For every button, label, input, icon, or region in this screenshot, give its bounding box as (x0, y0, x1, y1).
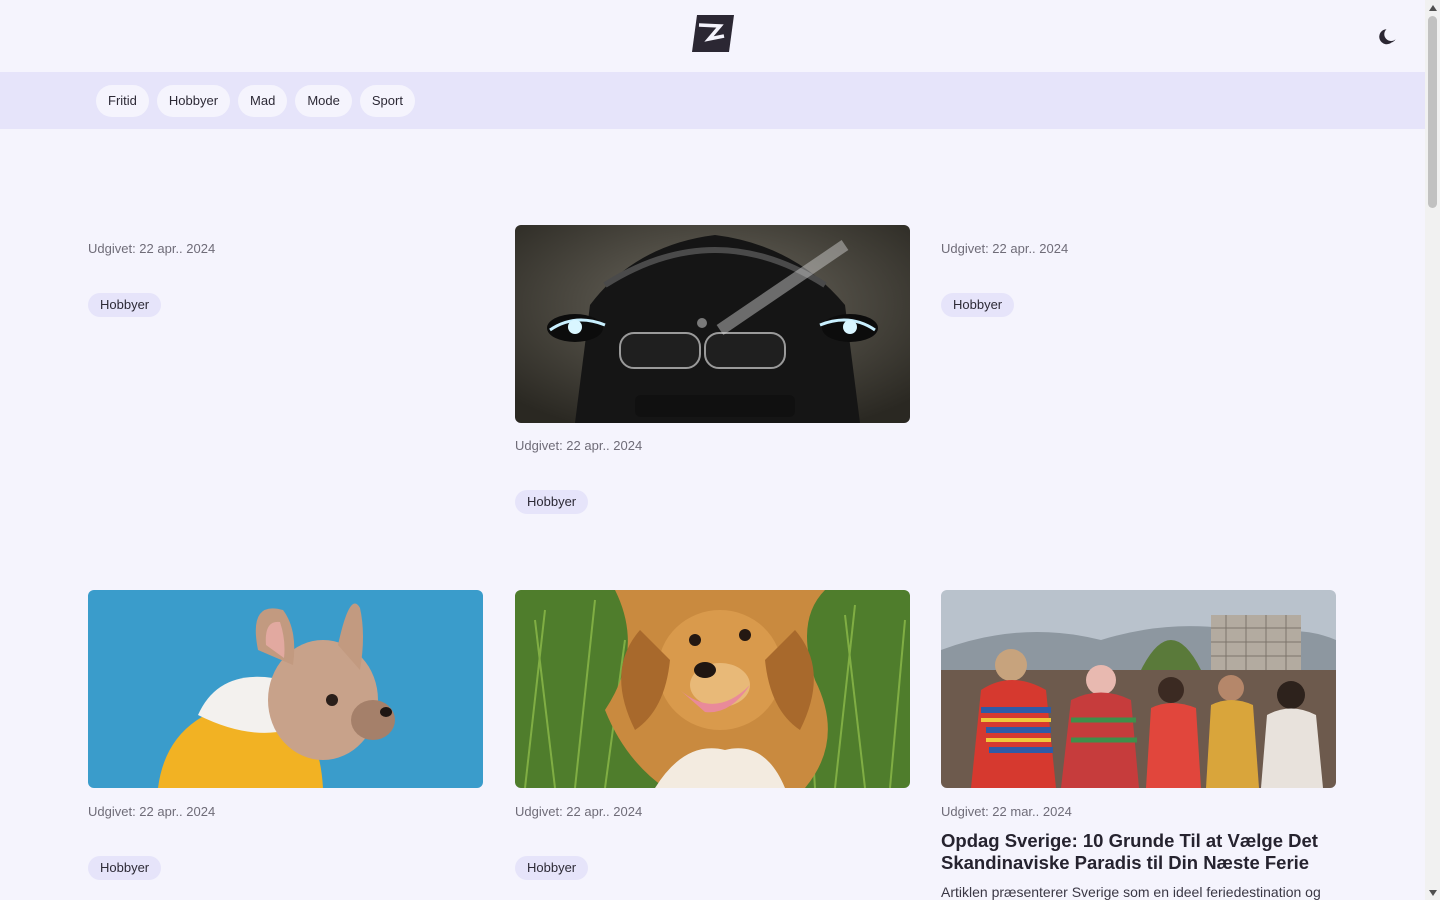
site-header (0, 0, 1425, 72)
article-card[interactable]: Udgivet: 22 apr.. 2024 Hobbyer (88, 241, 483, 317)
publish-date: Udgivet: 22 apr.. 2024 (88, 241, 216, 256)
scroll-up-arrow-icon[interactable] (1425, 0, 1440, 15)
publish-date: Udgivet: 22 apr.. 2024 (88, 804, 216, 819)
article-card[interactable]: Udgivet: 22 apr.. 2024 Hobbyer (515, 225, 910, 514)
car-headlights-photo[interactable] (515, 225, 910, 423)
category-bar: Fritid Hobbyer Mad Mode Sport (0, 72, 1425, 129)
publish-date: Udgivet: 22 mar.. 2024 (941, 804, 1072, 819)
brand-logo-icon[interactable] (692, 15, 734, 52)
page: Fritid Hobbyer Mad Mode Sport Udgivet: 2… (0, 0, 1425, 900)
article-tag[interactable]: Hobbyer (515, 490, 589, 514)
category-mad[interactable]: Mad (238, 85, 288, 117)
publish-date: Udgivet: 22 apr.. 2024 (515, 438, 643, 453)
category-list: Fritid Hobbyer Mad Mode Sport (96, 85, 415, 117)
article-card[interactable]: Udgivet: 22 mar.. 2024 Opdag Sverige: 10… (941, 590, 1336, 900)
scrollbar-thumb[interactable] (1428, 16, 1437, 208)
category-fritid[interactable]: Fritid (96, 85, 149, 117)
publish-date: Udgivet: 22 apr.. 2024 (941, 241, 1069, 256)
article-card[interactable]: Udgivet: 22 apr.. 2024 Hobbyer (941, 241, 1336, 317)
festival-crowd-photo[interactable] (941, 590, 1336, 788)
category-mode[interactable]: Mode (295, 85, 352, 117)
category-sport[interactable]: Sport (359, 85, 415, 117)
vertical-scrollbar[interactable] (1425, 0, 1440, 900)
article-tag[interactable]: Hobbyer (88, 293, 162, 317)
dog-in-grass-photo[interactable] (515, 590, 910, 788)
article-title[interactable]: Opdag Sverige: 10 Grunde Til at Vælge De… (941, 830, 1326, 874)
publish-date: Udgivet: 22 apr.. 2024 (515, 804, 643, 819)
article-tag[interactable]: Hobbyer (515, 856, 589, 880)
article-tag[interactable]: Hobbyer (941, 293, 1015, 317)
moon-icon[interactable] (1375, 24, 1401, 50)
french-bulldog-hoodie-photo[interactable] (88, 590, 483, 788)
article-card[interactable]: Udgivet: 22 apr.. 2024 Hobbyer (88, 590, 483, 880)
category-hobbyer[interactable]: Hobbyer (156, 85, 231, 117)
article-tag[interactable]: Hobbyer (88, 856, 162, 880)
scroll-down-arrow-icon[interactable] (1425, 885, 1440, 900)
article-excerpt: Artiklen præsenterer Sverige som en idee… (941, 884, 1321, 900)
article-card[interactable]: Udgivet: 22 apr.. 2024 Hobbyer (515, 590, 910, 880)
